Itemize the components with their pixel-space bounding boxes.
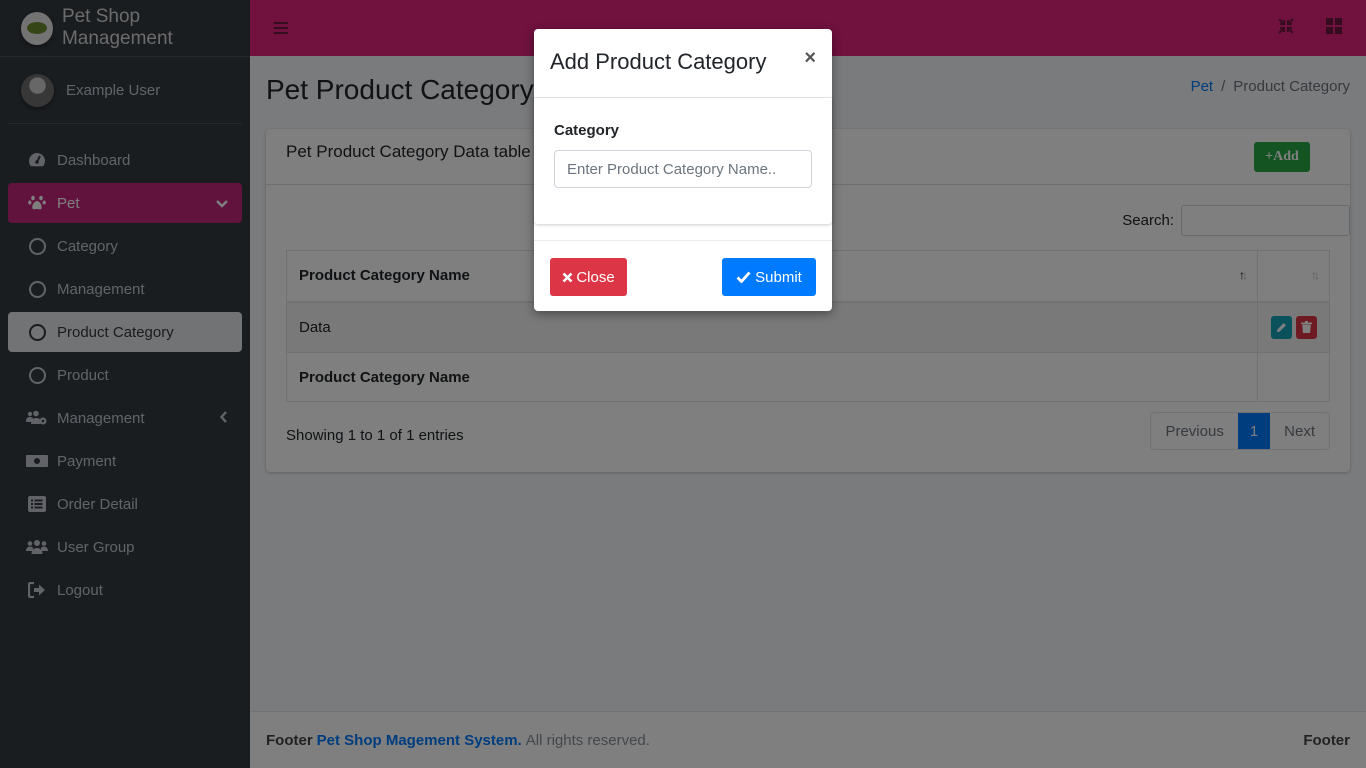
close-icon[interactable]: × [804, 47, 816, 70]
submit-button-label: Submit [755, 268, 802, 286]
modal-body: Category [534, 98, 832, 224]
category-name-input[interactable] [554, 150, 812, 188]
modal-title: Add Product Category [550, 49, 767, 74]
check-icon [736, 271, 751, 283]
close-button[interactable]: Close [550, 258, 627, 296]
modal-footer: Close Submit [534, 240, 832, 311]
close-button-label: Close [576, 268, 615, 286]
add-product-category-modal: Add Product Category × Category Close Su… [534, 29, 832, 311]
category-label: Category [554, 122, 620, 139]
times-icon [562, 272, 573, 282]
modal-header: Add Product Category × [534, 29, 832, 98]
submit-button[interactable]: Submit [722, 258, 816, 296]
